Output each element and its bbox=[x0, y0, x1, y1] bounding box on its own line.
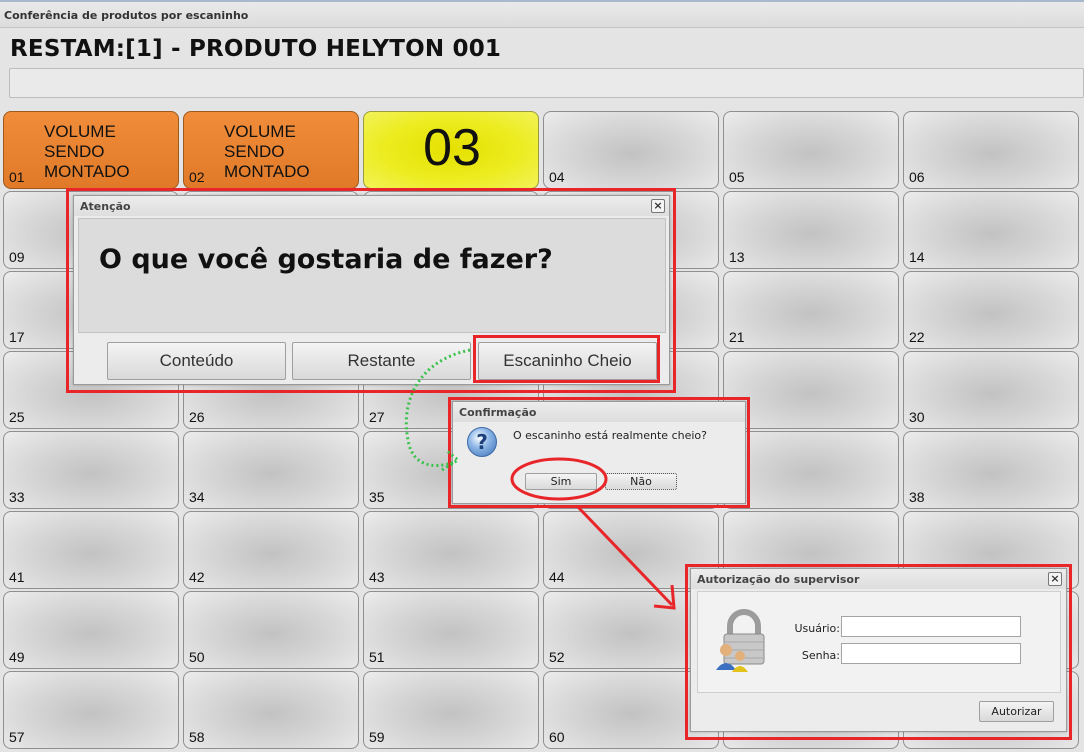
cell-number: 06 bbox=[909, 169, 925, 185]
autorizar-button[interactable]: Autorizar bbox=[979, 701, 1054, 722]
cell-number: 14 bbox=[909, 249, 925, 265]
cell-number: 25 bbox=[9, 409, 25, 425]
escaninho-cell[interactable]: 21 bbox=[723, 271, 899, 349]
escaninho-cell[interactable]: 59 bbox=[363, 671, 539, 749]
close-icon[interactable]: × bbox=[1048, 572, 1062, 586]
cell-status: VOLUME SENDO MONTADO bbox=[44, 122, 130, 181]
cell-number: 60 bbox=[549, 729, 565, 745]
cell-number: 01 bbox=[9, 169, 25, 185]
confirm-message: O escaninho está realmente cheio? bbox=[513, 429, 707, 442]
escaninho-cell[interactable]: 22 bbox=[903, 271, 1079, 349]
cell-number: 59 bbox=[369, 729, 385, 745]
escaninho-cell[interactable]: 14 bbox=[903, 191, 1079, 269]
attention-message: O que você gostaria de fazer? bbox=[99, 244, 553, 275]
user-label: Usuário: bbox=[794, 622, 840, 635]
auth-form-panel: Usuário: Senha: bbox=[697, 591, 1061, 693]
escaninho-cell[interactable] bbox=[723, 431, 899, 509]
escaninho-cell[interactable]: 49 bbox=[3, 591, 179, 669]
escaninho-cell[interactable]: 43 bbox=[363, 511, 539, 589]
cell-number: 52 bbox=[549, 649, 565, 665]
lock-users-icon bbox=[712, 606, 776, 672]
confirm-dialog-title: Confirmação bbox=[453, 402, 745, 422]
attention-dialog-title: Atenção bbox=[74, 196, 669, 216]
cell-number: 30 bbox=[909, 409, 925, 425]
password-field[interactable] bbox=[841, 643, 1021, 664]
cell-number: 27 bbox=[369, 409, 385, 425]
escaninho-cell[interactable]: 58 bbox=[183, 671, 359, 749]
escaninho-cell[interactable]: 05 bbox=[723, 111, 899, 189]
escaninho-cell[interactable]: 38 bbox=[903, 431, 1079, 509]
cell-current-number: 03 bbox=[423, 119, 481, 177]
cell-number: 44 bbox=[549, 569, 565, 585]
page-title: RESTAM:[1] - PRODUTO HELYTON 001 bbox=[10, 36, 502, 62]
escaninho-cell[interactable]: 30 bbox=[903, 351, 1079, 429]
close-icon[interactable]: × bbox=[651, 199, 665, 213]
escaninho-cell[interactable]: 03 bbox=[363, 111, 539, 189]
escaninho-cell[interactable]: 50 bbox=[183, 591, 359, 669]
escaninho-cell[interactable] bbox=[723, 351, 899, 429]
escaninho-cell[interactable]: 42 bbox=[183, 511, 359, 589]
supervisor-auth-dialog: Autorização do supervisor × Usuário: Sen… bbox=[690, 568, 1067, 732]
cell-number: 21 bbox=[729, 329, 745, 345]
cell-number: 43 bbox=[369, 569, 385, 585]
escaninho-cell[interactable]: VOLUME SENDO MONTADO 02 bbox=[183, 111, 359, 189]
cell-number: 50 bbox=[189, 649, 205, 665]
app-window: Conferência de produtos por escaninho RE… bbox=[0, 0, 1084, 752]
attention-dialog: Atenção × O que você gostaria de fazer? … bbox=[73, 195, 670, 385]
cell-number: 09 bbox=[9, 249, 25, 265]
escaninho-cell[interactable]: 57 bbox=[3, 671, 179, 749]
confirm-dialog: Confirmação ? O escaninho está realmente… bbox=[452, 401, 746, 504]
cell-number: 58 bbox=[189, 729, 205, 745]
cell-number: 42 bbox=[189, 569, 205, 585]
password-label: Senha: bbox=[801, 649, 840, 662]
cell-number: 05 bbox=[729, 169, 745, 185]
escaninho-cell[interactable]: 34 bbox=[183, 431, 359, 509]
cell-number: 22 bbox=[909, 329, 925, 345]
escaninho-cell[interactable]: 13 bbox=[723, 191, 899, 269]
attention-message-panel: O que você gostaria de fazer? bbox=[78, 218, 666, 333]
cell-number: 02 bbox=[189, 169, 205, 185]
restante-button[interactable]: Restante bbox=[292, 342, 471, 380]
escaninho-cell[interactable]: 51 bbox=[363, 591, 539, 669]
user-field[interactable] bbox=[841, 616, 1021, 637]
cell-number: 17 bbox=[9, 329, 25, 345]
cell-number: 41 bbox=[9, 569, 25, 585]
question-icon: ? bbox=[467, 427, 497, 457]
supervisor-dialog-title: Autorização do supervisor bbox=[691, 569, 1066, 589]
sim-button[interactable]: Sim bbox=[525, 473, 597, 490]
cell-number: 57 bbox=[9, 729, 25, 745]
cell-number: 51 bbox=[369, 649, 385, 665]
escaninho-cell[interactable]: 41 bbox=[3, 511, 179, 589]
cell-number: 38 bbox=[909, 489, 925, 505]
cell-number: 34 bbox=[189, 489, 205, 505]
escaninho-cell[interactable]: 33 bbox=[3, 431, 179, 509]
cell-number: 04 bbox=[549, 169, 565, 185]
conteudo-button[interactable]: Conteúdo bbox=[107, 342, 286, 380]
nao-button[interactable]: Não bbox=[605, 473, 677, 490]
status-bar bbox=[9, 68, 1084, 98]
cell-number: 26 bbox=[189, 409, 205, 425]
window-title: Conferência de produtos por escaninho bbox=[0, 0, 1084, 28]
escaninho-cell[interactable]: 06 bbox=[903, 111, 1079, 189]
cell-number: 35 bbox=[369, 489, 385, 505]
cell-number: 49 bbox=[9, 649, 25, 665]
cell-status: VOLUME SENDO MONTADO bbox=[224, 122, 310, 181]
cell-number: 33 bbox=[9, 489, 25, 505]
cell-number: 13 bbox=[729, 249, 745, 265]
escaninho-cheio-button[interactable]: Escaninho Cheio bbox=[478, 342, 657, 380]
escaninho-cell[interactable]: 04 bbox=[543, 111, 719, 189]
escaninho-cell[interactable]: VOLUME SENDO MONTADO 01 bbox=[3, 111, 179, 189]
